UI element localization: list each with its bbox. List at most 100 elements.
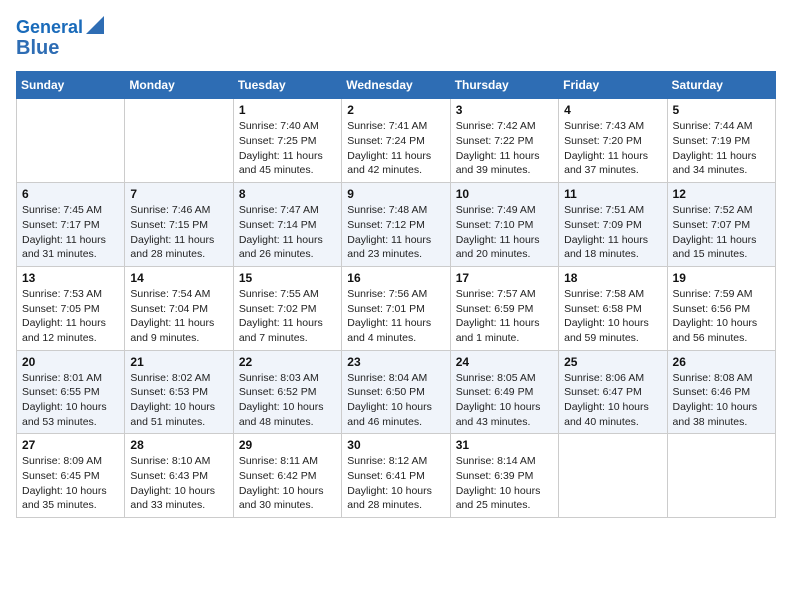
calendar-day-cell: 18 Sunrise: 7:58 AMSunset: 6:58 PMDayligh…	[559, 266, 667, 350]
logo: General Blue	[16, 16, 104, 59]
weekday-header-thursday: Thursday	[450, 72, 558, 99]
calendar-day-cell: 5 Sunrise: 7:44 AMSunset: 7:19 PMDaylight…	[667, 99, 775, 183]
calendar-day-cell: 21 Sunrise: 8:02 AMSunset: 6:53 PMDayligh…	[125, 350, 233, 434]
day-number: 7	[130, 187, 227, 201]
day-detail: Sunrise: 7:53 AMSunset: 7:05 PMDaylight:…	[22, 287, 119, 346]
calendar-day-cell	[559, 434, 667, 518]
calendar-day-cell: 7 Sunrise: 7:46 AMSunset: 7:15 PMDaylight…	[125, 183, 233, 267]
weekday-header-monday: Monday	[125, 72, 233, 99]
calendar-day-cell: 4 Sunrise: 7:43 AMSunset: 7:20 PMDaylight…	[559, 99, 667, 183]
day-number: 5	[673, 103, 770, 117]
day-detail: Sunrise: 7:41 AMSunset: 7:24 PMDaylight:…	[347, 119, 444, 178]
calendar-week-row: 6Sunrise: 7:45 AMSunset: 7:17 PMDaylight…	[17, 183, 776, 267]
day-detail: Sunrise: 7:58 AMSunset: 6:58 PMDaylight:…	[564, 287, 661, 346]
calendar-day-cell: 24Sunrise: 8:05 AMSunset: 6:49 PMDayligh…	[450, 350, 558, 434]
calendar-day-cell: 17Sunrise: 7:57 AMSunset: 6:59 PMDayligh…	[450, 266, 558, 350]
calendar-day-cell: 10Sunrise: 7:49 AMSunset: 7:10 PMDayligh…	[450, 183, 558, 267]
logo-triangle-icon	[86, 16, 104, 34]
day-detail: Sunrise: 8:02 AMSunset: 6:53 PMDaylight:…	[130, 371, 227, 430]
day-detail: Sunrise: 7:59 AMSunset: 6:56 PMDaylight:…	[673, 287, 770, 346]
calendar-day-cell	[125, 99, 233, 183]
day-number: 3	[456, 103, 553, 117]
calendar-day-cell: 29 Sunrise: 8:11 AMSunset: 6:42 PMDayligh…	[233, 434, 341, 518]
day-detail: Sunrise: 7:51 AMSunset: 7:09 PMDaylight:…	[564, 203, 661, 262]
calendar-week-row: 27 Sunrise: 8:09 AMSunset: 6:45 PMDayligh…	[17, 434, 776, 518]
day-number: 11	[564, 187, 661, 201]
day-number: 29	[239, 438, 336, 452]
day-number: 17	[456, 271, 553, 285]
day-detail: Sunrise: 8:05 AMSunset: 6:49 PMDaylight:…	[456, 371, 553, 430]
day-number: 9	[347, 187, 444, 201]
calendar-day-cell: 9 Sunrise: 7:48 AMSunset: 7:12 PMDaylight…	[342, 183, 450, 267]
day-detail: Sunrise: 8:08 AMSunset: 6:46 PMDaylight:…	[673, 371, 770, 430]
day-number: 21	[130, 355, 227, 369]
day-number: 22	[239, 355, 336, 369]
calendar-day-cell: 25 Sunrise: 8:06 AMSunset: 6:47 PMDayligh…	[559, 350, 667, 434]
day-number: 19	[673, 271, 770, 285]
day-number: 20	[22, 355, 119, 369]
calendar-table: SundayMondayTuesdayWednesdayThursdayFrid…	[16, 71, 776, 518]
day-detail: Sunrise: 7:44 AMSunset: 7:19 PMDaylight:…	[673, 119, 770, 178]
day-detail: Sunrise: 7:45 AMSunset: 7:17 PMDaylight:…	[22, 203, 119, 262]
day-number: 18	[564, 271, 661, 285]
calendar-day-cell: 20 Sunrise: 8:01 AMSunset: 6:55 PMDayligh…	[17, 350, 125, 434]
calendar-day-cell: 3Sunrise: 7:42 AMSunset: 7:22 PMDaylight…	[450, 99, 558, 183]
day-detail: Sunrise: 8:10 AMSunset: 6:43 PMDaylight:…	[130, 454, 227, 513]
day-number: 27	[22, 438, 119, 452]
calendar-day-cell: 22Sunrise: 8:03 AMSunset: 6:52 PMDayligh…	[233, 350, 341, 434]
weekday-header-wednesday: Wednesday	[342, 72, 450, 99]
day-number: 23	[347, 355, 444, 369]
calendar-day-cell: 15Sunrise: 7:55 AMSunset: 7:02 PMDayligh…	[233, 266, 341, 350]
calendar-day-cell	[17, 99, 125, 183]
day-detail: Sunrise: 7:54 AMSunset: 7:04 PMDaylight:…	[130, 287, 227, 346]
weekday-header-friday: Friday	[559, 72, 667, 99]
day-number: 28	[130, 438, 227, 452]
calendar-day-cell: 31 Sunrise: 8:14 AMSunset: 6:39 PMDayligh…	[450, 434, 558, 518]
logo-text-general: General	[16, 18, 83, 38]
day-detail: Sunrise: 7:47 AMSunset: 7:14 PMDaylight:…	[239, 203, 336, 262]
calendar-day-cell: 23 Sunrise: 8:04 AMSunset: 6:50 PMDayligh…	[342, 350, 450, 434]
calendar-day-cell: 19 Sunrise: 7:59 AMSunset: 6:56 PMDayligh…	[667, 266, 775, 350]
day-detail: Sunrise: 7:52 AMSunset: 7:07 PMDaylight:…	[673, 203, 770, 262]
calendar-header-row: SundayMondayTuesdayWednesdayThursdayFrid…	[17, 72, 776, 99]
day-number: 13	[22, 271, 119, 285]
day-number: 31	[456, 438, 553, 452]
calendar-day-cell: 14Sunrise: 7:54 AMSunset: 7:04 PMDayligh…	[125, 266, 233, 350]
day-number: 1	[239, 103, 336, 117]
weekday-header-saturday: Saturday	[667, 72, 775, 99]
day-detail: Sunrise: 8:14 AMSunset: 6:39 PMDaylight:…	[456, 454, 553, 513]
page-header: General Blue	[16, 16, 776, 59]
day-detail: Sunrise: 7:43 AMSunset: 7:20 PMDaylight:…	[564, 119, 661, 178]
day-number: 4	[564, 103, 661, 117]
calendar-day-cell: 27 Sunrise: 8:09 AMSunset: 6:45 PMDayligh…	[17, 434, 125, 518]
day-number: 30	[347, 438, 444, 452]
calendar-day-cell: 28 Sunrise: 8:10 AMSunset: 6:43 PMDayligh…	[125, 434, 233, 518]
calendar-day-cell: 8 Sunrise: 7:47 AMSunset: 7:14 PMDaylight…	[233, 183, 341, 267]
day-detail: Sunrise: 7:40 AMSunset: 7:25 PMDaylight:…	[239, 119, 336, 178]
calendar-day-cell: 1 Sunrise: 7:40 AMSunset: 7:25 PMDaylight…	[233, 99, 341, 183]
day-number: 2	[347, 103, 444, 117]
day-detail: Sunrise: 8:04 AMSunset: 6:50 PMDaylight:…	[347, 371, 444, 430]
calendar-day-cell: 26Sunrise: 8:08 AMSunset: 6:46 PMDayligh…	[667, 350, 775, 434]
day-detail: Sunrise: 8:06 AMSunset: 6:47 PMDaylight:…	[564, 371, 661, 430]
day-number: 25	[564, 355, 661, 369]
day-number: 10	[456, 187, 553, 201]
calendar-week-row: 20 Sunrise: 8:01 AMSunset: 6:55 PMDayligh…	[17, 350, 776, 434]
weekday-header-sunday: Sunday	[17, 72, 125, 99]
calendar-day-cell	[667, 434, 775, 518]
day-number: 16	[347, 271, 444, 285]
day-number: 15	[239, 271, 336, 285]
day-detail: Sunrise: 7:48 AMSunset: 7:12 PMDaylight:…	[347, 203, 444, 262]
day-detail: Sunrise: 8:09 AMSunset: 6:45 PMDaylight:…	[22, 454, 119, 513]
day-detail: Sunrise: 7:46 AMSunset: 7:15 PMDaylight:…	[130, 203, 227, 262]
day-detail: Sunrise: 8:01 AMSunset: 6:55 PMDaylight:…	[22, 371, 119, 430]
day-detail: Sunrise: 8:11 AMSunset: 6:42 PMDaylight:…	[239, 454, 336, 513]
logo-text-blue: Blue	[16, 37, 104, 59]
day-number: 12	[673, 187, 770, 201]
day-number: 8	[239, 187, 336, 201]
weekday-header-tuesday: Tuesday	[233, 72, 341, 99]
calendar-day-cell: 6Sunrise: 7:45 AMSunset: 7:17 PMDaylight…	[17, 183, 125, 267]
calendar-day-cell: 11 Sunrise: 7:51 AMSunset: 7:09 PMDayligh…	[559, 183, 667, 267]
calendar-day-cell: 16Sunrise: 7:56 AMSunset: 7:01 PMDayligh…	[342, 266, 450, 350]
calendar-day-cell: 12 Sunrise: 7:52 AMSunset: 7:07 PMDayligh…	[667, 183, 775, 267]
